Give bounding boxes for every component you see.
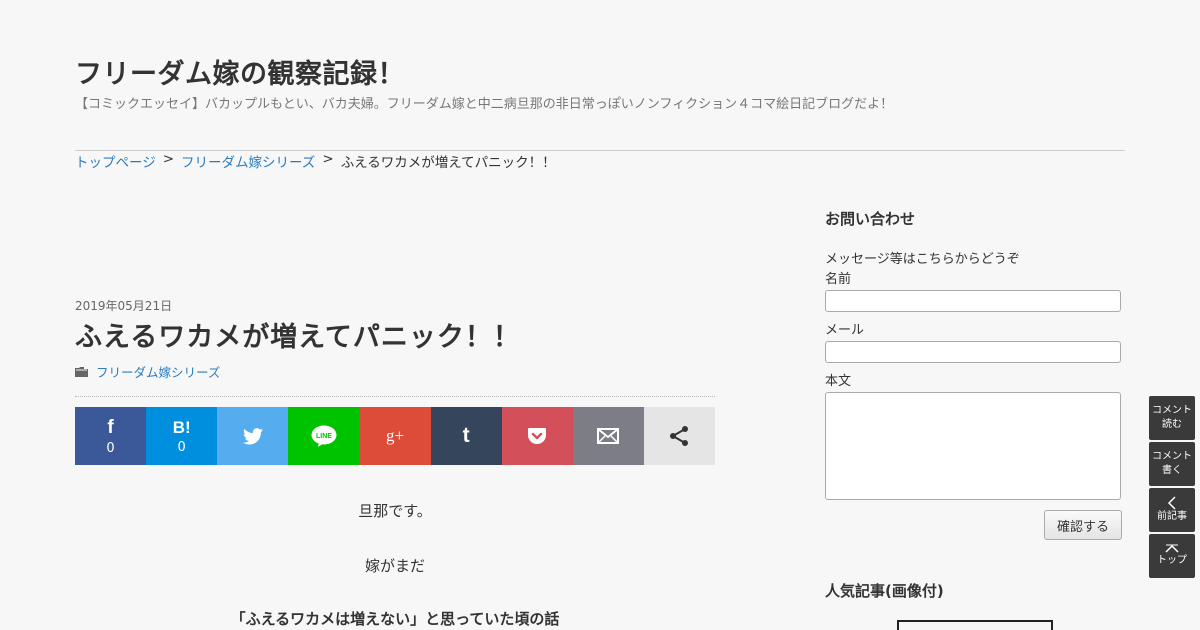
share-divider — [75, 396, 715, 397]
read-comments-label: 読む — [1162, 419, 1182, 430]
post-category-link[interactable]: フリーダム嫁シリーズ — [96, 362, 220, 381]
tumblr-share-button[interactable]: t — [430, 407, 502, 465]
previous-article-button[interactable]: 前記事 — [1149, 488, 1195, 532]
pocket-icon — [528, 428, 547, 444]
hatena-share-count: 0 — [177, 439, 186, 455]
google-plus-share-button[interactable]: g+ — [359, 407, 431, 465]
write-comment-button[interactable]: コメント 書く — [1149, 442, 1195, 486]
back-to-top-button[interactable]: トップ — [1149, 534, 1195, 578]
facebook-icon: f — [107, 416, 114, 438]
hatena-share-button[interactable]: B! 0 — [146, 407, 218, 465]
line-share-button[interactable]: LINE — [288, 407, 360, 465]
post-date: 2019年05月21日 — [75, 299, 173, 313]
facebook-share-button[interactable]: f 0 — [75, 407, 147, 465]
svg-text:LINE: LINE — [316, 433, 332, 440]
popular-article-thumbnail[interactable] — [897, 620, 1053, 630]
tumblr-icon: t — [462, 424, 470, 447]
breadcrumb: トップページ > フリーダム嫁シリーズ > ふえるワカメが増えてパニック！！ — [75, 151, 556, 171]
chevron-up-icon — [1165, 544, 1179, 553]
post-paragraph: 嫁がまだ — [364, 557, 425, 575]
confirm-button[interactable]: 確認する — [1044, 510, 1122, 540]
breadcrumb-separator: > — [162, 151, 175, 167]
breadcrumb-category-link[interactable]: フリーダム嫁シリーズ — [181, 151, 315, 171]
share-buttons: f 0 B! 0 LINE g+ t — [75, 407, 715, 465]
mail-icon — [597, 428, 620, 444]
write-comment-label: コメント — [1152, 451, 1192, 462]
back-to-top-label: トップ — [1157, 555, 1187, 566]
read-comments-button[interactable]: コメント 読む — [1149, 396, 1195, 440]
facebook-share-count: 0 — [106, 440, 115, 456]
chevron-left-icon — [1167, 496, 1176, 510]
more-share-button[interactable] — [643, 407, 715, 465]
site-title[interactable]: フリーダム嫁の観察記録！ — [75, 52, 405, 91]
popular-articles-title: 人気記事(画像付) — [825, 582, 944, 600]
previous-article-label: 前記事 — [1157, 511, 1187, 522]
google-plus-icon: g+ — [385, 426, 405, 445]
post-category: フリーダム嫁シリーズ — [75, 362, 220, 381]
post-title: ふえるワカメが増えてパニック！！ — [75, 322, 521, 353]
read-comments-label: コメント — [1152, 405, 1192, 416]
breadcrumb-separator: > — [322, 151, 334, 167]
breadcrumb-home-link[interactable]: トップページ — [75, 151, 156, 171]
contact-title: お問い合わせ — [825, 210, 916, 228]
post-paragraph: 旦那です。 — [358, 502, 432, 520]
folder-icon — [75, 367, 88, 377]
post-paragraph: 「ふえるワカメは増えない」と思っていた頃の話 — [230, 610, 560, 628]
contact-intro: メッセージ等はこちらからどうぞ — [825, 252, 1020, 267]
twitter-icon — [242, 427, 263, 444]
name-field[interactable] — [825, 290, 1121, 312]
pocket-share-button[interactable] — [501, 407, 573, 465]
mail-share-button[interactable] — [572, 407, 644, 465]
breadcrumb-current: ふえるワカメが増えてパニック！！ — [340, 155, 556, 171]
mail-label: メール — [825, 323, 865, 338]
share-icon — [670, 426, 689, 446]
twitter-share-button[interactable] — [217, 407, 289, 465]
message-textarea[interactable] — [825, 392, 1121, 500]
name-label: 名前 — [825, 272, 852, 287]
hatena-icon: B! — [172, 417, 191, 437]
body-label: 本文 — [825, 374, 852, 389]
site-description: 【コミックエッセイ】バカップルもとい、バカ夫婦。フリーダム嫁と中二病旦那の非日常… — [75, 97, 894, 112]
line-icon: LINE — [311, 425, 337, 447]
write-comment-label: 書く — [1162, 465, 1182, 476]
email-field[interactable] — [825, 341, 1121, 363]
